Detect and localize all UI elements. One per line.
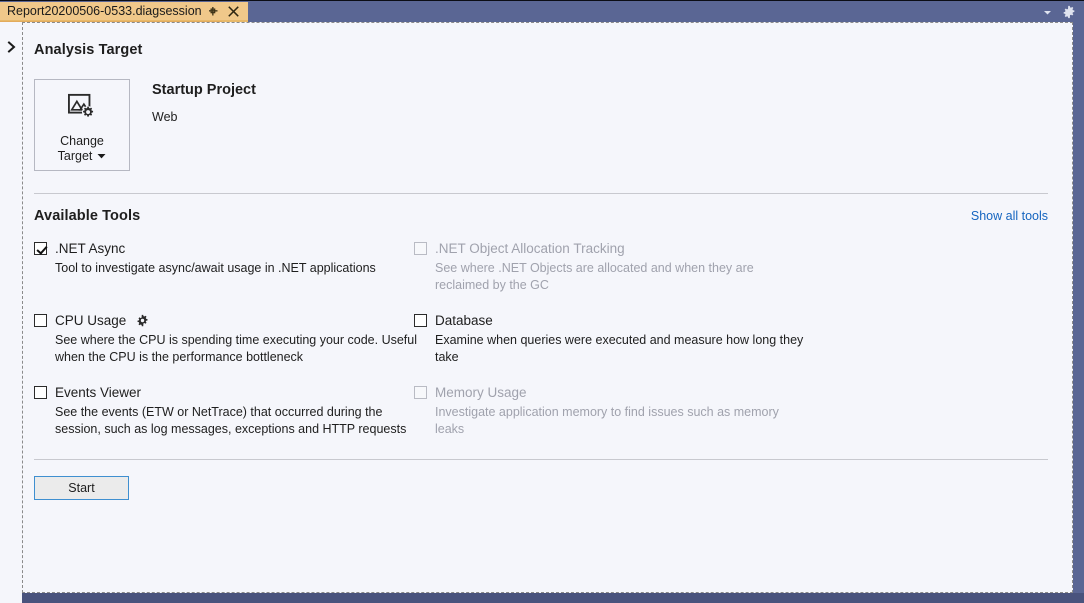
tool-checkbox [414, 386, 427, 399]
left-strip [0, 22, 22, 603]
close-icon[interactable] [226, 2, 242, 20]
tool-description: See the events (ETW or NetTrace) that oc… [55, 405, 407, 436]
tab-diagsession[interactable]: Report20200506-0533.diagsession [0, 2, 248, 22]
tool-header: Memory Usage [414, 385, 809, 400]
change-target-label-text: Target [57, 149, 93, 163]
analysis-target-heading: Analysis Target [34, 42, 143, 58]
target-info: Startup Project Web [152, 79, 256, 124]
target-project-name: Startup Project [152, 82, 256, 98]
section-divider-bottom [34, 459, 1048, 460]
tool-dotnet-object-allocation-tracking: .NET Object Allocation Tracking See wher… [414, 241, 809, 294]
tool-label: Memory Usage [435, 385, 527, 400]
tool-checkbox[interactable] [34, 314, 47, 327]
tool-header: Database [414, 313, 809, 328]
tool-database: Database Examine when queries were execu… [414, 313, 809, 366]
gear-icon[interactable] [1058, 1, 1080, 23]
start-button[interactable]: Start [34, 476, 129, 500]
change-target-label-line2: Target [58, 149, 107, 164]
tool-label: .NET Object Allocation Tracking [435, 241, 625, 256]
chevron-right-icon[interactable] [4, 38, 18, 56]
tab-title: Report20200506-0533.diagsession [7, 4, 202, 18]
tool-header: .NET Async [34, 241, 429, 256]
analysis-target-row: Change Target Startup Project Web [34, 79, 1060, 171]
tool-description: See where .NET Objects are allocated and… [435, 261, 754, 292]
tool-label[interactable]: Events Viewer [55, 385, 141, 400]
start-button-row: Start [34, 476, 1060, 500]
tool-checkbox[interactable] [34, 386, 47, 399]
tab-bar: Report20200506-0533.diagsession [0, 0, 1084, 23]
chevron-down-icon [97, 149, 106, 164]
tools-grid: .NET Async Tool to investigate async/awa… [34, 241, 1060, 457]
tool-header: Events Viewer [34, 385, 429, 400]
tool-dotnet-async: .NET Async Tool to investigate async/awa… [34, 241, 429, 294]
tool-description: Examine when queries were executed and m… [435, 333, 804, 364]
change-target-label-line1: Change [60, 134, 104, 148]
tool-checkbox [414, 242, 427, 255]
tool-memory-usage: Memory Usage Investigate application mem… [414, 385, 809, 438]
chevron-down-icon[interactable] [1036, 1, 1058, 23]
tool-header: CPU Usage [34, 313, 429, 328]
image-settings-icon [67, 93, 97, 126]
target-project-type: Web [152, 110, 178, 124]
tool-description: Investigate application memory to find i… [435, 405, 779, 436]
tool-settings-gear-icon[interactable] [136, 314, 149, 327]
tool-checkbox[interactable] [414, 314, 427, 327]
tool-cpu-usage: CPU Usage See where the CPU is spending … [34, 313, 429, 366]
tool-label[interactable]: .NET Async [55, 241, 125, 256]
bottom-chrome-band [0, 593, 1084, 603]
tool-description: See where the CPU is spending time execu… [55, 333, 417, 364]
tool-label[interactable]: Database [435, 313, 493, 328]
tool-checkbox[interactable] [34, 242, 47, 255]
tool-events-viewer: Events Viewer See the events (ETW or Net… [34, 385, 429, 438]
tool-description: Tool to investigate async/await usage in… [55, 261, 376, 275]
show-all-tools-link[interactable]: Show all tools [971, 209, 1048, 223]
available-tools-heading: Available Tools [34, 208, 141, 224]
main-content: Analysis Target Change Target Startup Pr… [34, 22, 1060, 592]
tool-header: .NET Object Allocation Tracking [414, 241, 809, 256]
section-divider-top [34, 193, 1048, 194]
pin-icon[interactable] [206, 2, 222, 20]
window-controls [1036, 1, 1080, 23]
diagnostics-hub-window: Report20200506-0533.diagsession Analysis… [0, 0, 1084, 603]
right-chrome-band [1073, 22, 1084, 603]
tool-label[interactable]: CPU Usage [55, 313, 126, 328]
available-tools-header: Available Tools Show all tools [34, 208, 1048, 224]
change-target-button[interactable]: Change Target [34, 79, 130, 171]
